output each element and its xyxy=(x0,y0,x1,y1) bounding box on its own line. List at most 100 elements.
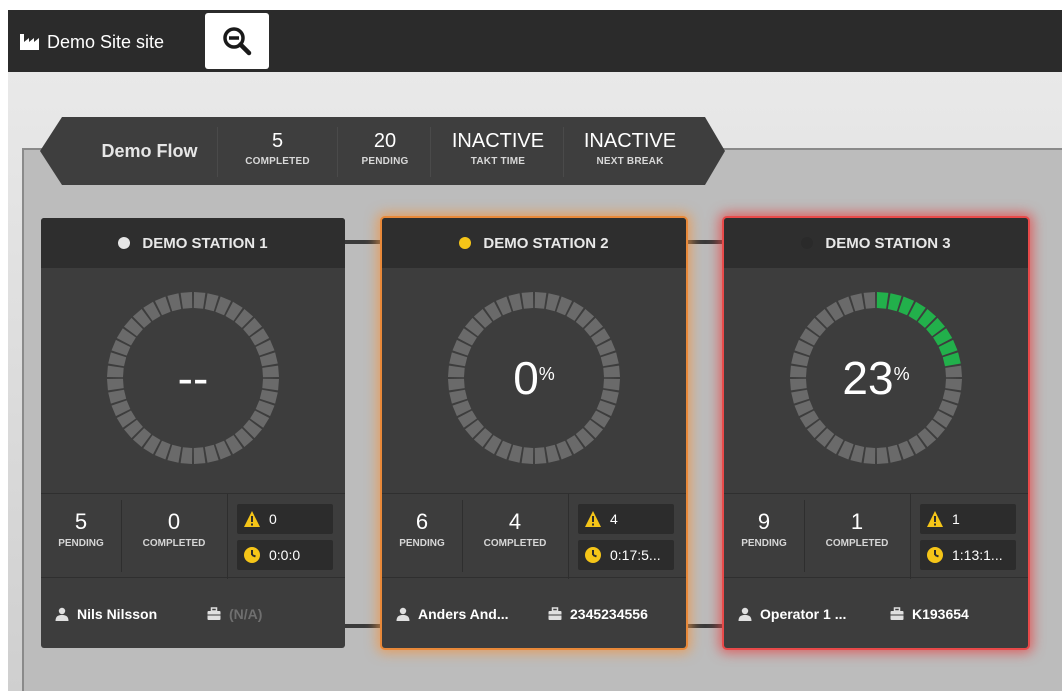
completed-count: 4 xyxy=(508,509,522,534)
divider xyxy=(217,127,218,177)
station-stats: 9 PENDING 1 COMPLETED 1 1:13:1... xyxy=(724,493,1028,579)
pending-stat: 5 PENDING xyxy=(41,494,121,579)
flow-name[interactable]: Demo Flow xyxy=(82,117,217,185)
flow-stat-value: 20 xyxy=(373,130,397,152)
completed-label: COMPLETED xyxy=(483,538,547,549)
divider xyxy=(568,494,569,579)
pending-stat: 9 PENDING xyxy=(724,494,804,579)
time-chip[interactable]: 0:0:0 xyxy=(237,540,333,570)
station-connector xyxy=(345,240,382,244)
completed-label: COMPLETED xyxy=(142,538,206,549)
flow-stat-takt-time: INACTIVE TAKT TIME xyxy=(433,129,563,177)
flow-stat-next-break: INACTIVE NEXT BREAK xyxy=(566,129,694,177)
page: { "header": { "site_title": "Demo Site s… xyxy=(0,0,1062,691)
gauge-text: 23% xyxy=(788,290,964,466)
pending-count: 9 xyxy=(757,509,771,534)
briefcase-icon xyxy=(548,607,562,620)
operator[interactable]: Anders And... xyxy=(396,580,509,648)
order[interactable]: K193654 xyxy=(890,580,969,648)
elapsed-time: 0:0:0 xyxy=(269,547,301,563)
operator[interactable]: Operator 1 ... xyxy=(738,580,846,648)
progress-gauge: -- xyxy=(105,290,281,466)
station-name: DEMO STATION 3 xyxy=(825,234,951,252)
order[interactable]: 2345234556 xyxy=(548,580,648,648)
order-number: (N/A) xyxy=(229,606,263,622)
warning-count: 4 xyxy=(610,511,618,527)
flow-stat-label: PENDING xyxy=(361,156,409,167)
site-title[interactable]: Demo Site site xyxy=(20,32,164,52)
station-name: DEMO STATION 1 xyxy=(142,234,268,252)
flow-stat-label: COMPLETED xyxy=(245,156,310,167)
station-header[interactable]: DEMO STATION 1 xyxy=(41,218,345,268)
station-footer: Nils Nilsson (N/A) xyxy=(41,580,345,648)
warning-icon xyxy=(585,511,601,527)
gauge-value: 23 xyxy=(842,352,894,404)
pending-label: PENDING xyxy=(399,538,445,549)
time-chip[interactable]: 1:13:1... xyxy=(920,540,1016,570)
order[interactable]: (N/A) xyxy=(207,580,262,648)
elapsed-time: 1:13:1... xyxy=(952,547,1003,563)
station-footer: Anders And... 2345234556 xyxy=(382,580,686,648)
completed-stat: 0 COMPLETED xyxy=(122,494,226,579)
pending-count: 5 xyxy=(74,509,88,534)
station-header[interactable]: DEMO STATION 3 xyxy=(724,218,1028,268)
order-number: K193654 xyxy=(912,606,969,622)
gauge-value: -- xyxy=(177,352,209,404)
station-card[interactable]: DEMO STATION 1 -- 5 PENDING 0 COMPLETED xyxy=(41,218,345,648)
user-icon xyxy=(738,607,752,621)
station-header[interactable]: DEMO STATION 2 xyxy=(382,218,686,268)
completed-stat: 4 COMPLETED xyxy=(463,494,567,579)
gauge-unit: % xyxy=(893,363,910,384)
pending-count: 6 xyxy=(415,509,429,534)
gauge-value: 0 xyxy=(513,352,539,404)
zoom-out-button[interactable] xyxy=(205,13,269,69)
clock-icon xyxy=(927,547,943,563)
flow-stat-value: INACTIVE xyxy=(451,130,545,152)
warning-count: 1 xyxy=(952,511,960,527)
divider xyxy=(337,127,338,177)
briefcase-icon xyxy=(207,607,221,620)
flow-stat-value: INACTIVE xyxy=(583,130,677,152)
site-title-label: Demo Site site xyxy=(47,31,165,52)
status-dot xyxy=(801,237,814,249)
operator-name: Nils Nilsson xyxy=(77,606,158,622)
flow-stat-label: NEXT BREAK xyxy=(596,156,664,167)
clock-icon xyxy=(244,547,260,563)
progress-gauge: 23% xyxy=(788,290,964,466)
warning-count-chip[interactable]: 0 xyxy=(237,504,333,534)
gauge-unit: % xyxy=(538,363,555,384)
divider xyxy=(430,127,431,177)
completed-stat: 1 COMPLETED xyxy=(805,494,909,579)
warning-icon xyxy=(927,511,943,527)
station-connector xyxy=(345,624,382,628)
clock-icon xyxy=(585,547,601,563)
divider xyxy=(910,494,911,579)
flow-stat-value: 5 xyxy=(271,130,284,152)
status-dot xyxy=(118,237,131,249)
station-card[interactable]: DEMO STATION 2 0% 6 PENDING 4 COMPLETED xyxy=(382,218,686,648)
gauge-text: -- xyxy=(105,290,281,466)
factory-icon xyxy=(20,34,39,50)
warning-count-chip[interactable]: 1 xyxy=(920,504,1016,534)
completed-count: 0 xyxy=(167,509,181,534)
pending-label: PENDING xyxy=(741,538,787,549)
station-stats: 5 PENDING 0 COMPLETED 0 0:0:0 xyxy=(41,493,345,579)
time-chip[interactable]: 0:17:5... xyxy=(578,540,674,570)
divider xyxy=(563,127,564,177)
warning-count-chip[interactable]: 4 xyxy=(578,504,674,534)
station-card[interactable]: DEMO STATION 3 23% 9 PENDING 1 COMPLETED xyxy=(724,218,1028,648)
operator-name: Operator 1 ... xyxy=(760,606,847,622)
completed-label: COMPLETED xyxy=(825,538,889,549)
progress-gauge: 0% xyxy=(446,290,622,466)
user-icon xyxy=(396,607,410,621)
user-icon xyxy=(55,607,69,621)
zoom-out-icon xyxy=(223,27,252,56)
station-name: DEMO STATION 2 xyxy=(483,234,609,252)
operator[interactable]: Nils Nilsson xyxy=(55,580,157,648)
station-connector xyxy=(686,624,724,628)
station-footer: Operator 1 ... K193654 xyxy=(724,580,1028,648)
station-stats: 6 PENDING 4 COMPLETED 4 0:17:5... xyxy=(382,493,686,579)
briefcase-icon xyxy=(890,607,904,620)
order-number: 2345234556 xyxy=(570,606,648,622)
divider xyxy=(227,494,228,579)
